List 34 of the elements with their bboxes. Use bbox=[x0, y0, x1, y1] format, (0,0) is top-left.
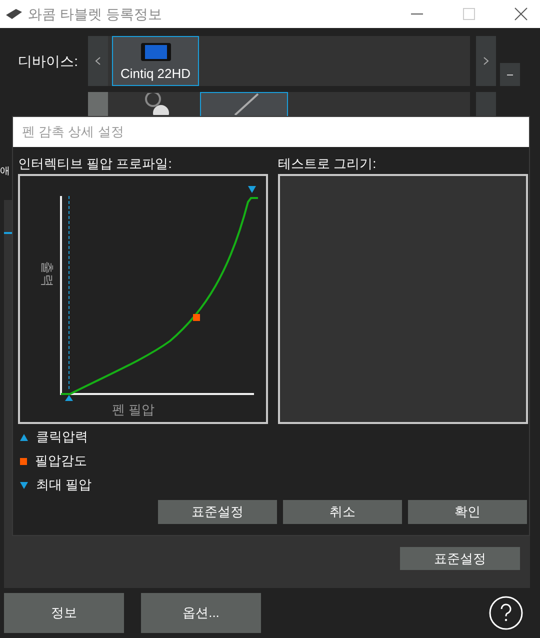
graph-panel[interactable]: 출력 펜 필압 bbox=[18, 174, 268, 424]
sensitivity-handle[interactable] bbox=[193, 314, 200, 321]
dialog-button[interactable]: 표준설정 bbox=[158, 500, 277, 524]
window-title: 와콤 타블렛 등록정보 bbox=[28, 4, 162, 24]
legend-label: 클릭압력 bbox=[36, 428, 88, 446]
axis-label: 출력 bbox=[38, 260, 56, 287]
footer-button[interactable]: 옵션... bbox=[141, 593, 261, 633]
axis-label: 펜 필압 bbox=[112, 401, 155, 419]
section-label: 인터렉티브 필압 프로파일: bbox=[18, 155, 173, 173]
legend-label: 필압감도 bbox=[35, 452, 87, 470]
tab-label[interactable]: 애 bbox=[0, 164, 10, 179]
square-icon bbox=[20, 458, 27, 464]
footer-button[interactable]: 정보 bbox=[4, 593, 124, 633]
click-pressure-handle[interactable] bbox=[65, 395, 73, 401]
chevron-right-icon bbox=[483, 57, 489, 65]
drawing-area[interactable] bbox=[278, 174, 528, 424]
tablet-icon bbox=[6, 9, 22, 19]
help-icon[interactable] bbox=[489, 596, 523, 630]
triangle-down-icon bbox=[20, 482, 28, 488]
chevron-left-icon bbox=[95, 57, 101, 65]
triangle-up-icon bbox=[20, 434, 28, 440]
minus-icon bbox=[507, 74, 513, 76]
dialog-title: 펜 감촉 상세 설정 bbox=[22, 123, 124, 142]
input-device-tile[interactable] bbox=[200, 92, 288, 116]
default-settings-button[interactable]: 표준설정 bbox=[400, 547, 520, 570]
device-label: 디바이스: bbox=[18, 52, 78, 70]
max-pressure-handle[interactable] bbox=[248, 186, 256, 193]
close-icon[interactable] bbox=[514, 7, 528, 21]
legend-label: 최대 필압 bbox=[36, 476, 92, 494]
dialog-button[interactable]: 취소 bbox=[283, 500, 402, 524]
display-icon bbox=[140, 43, 172, 61]
dialog-button[interactable]: 확인 bbox=[408, 500, 527, 524]
device-tile[interactable]: Cintiq 22HD bbox=[112, 36, 199, 86]
section-label: 테스트로 그리기: bbox=[278, 155, 378, 173]
